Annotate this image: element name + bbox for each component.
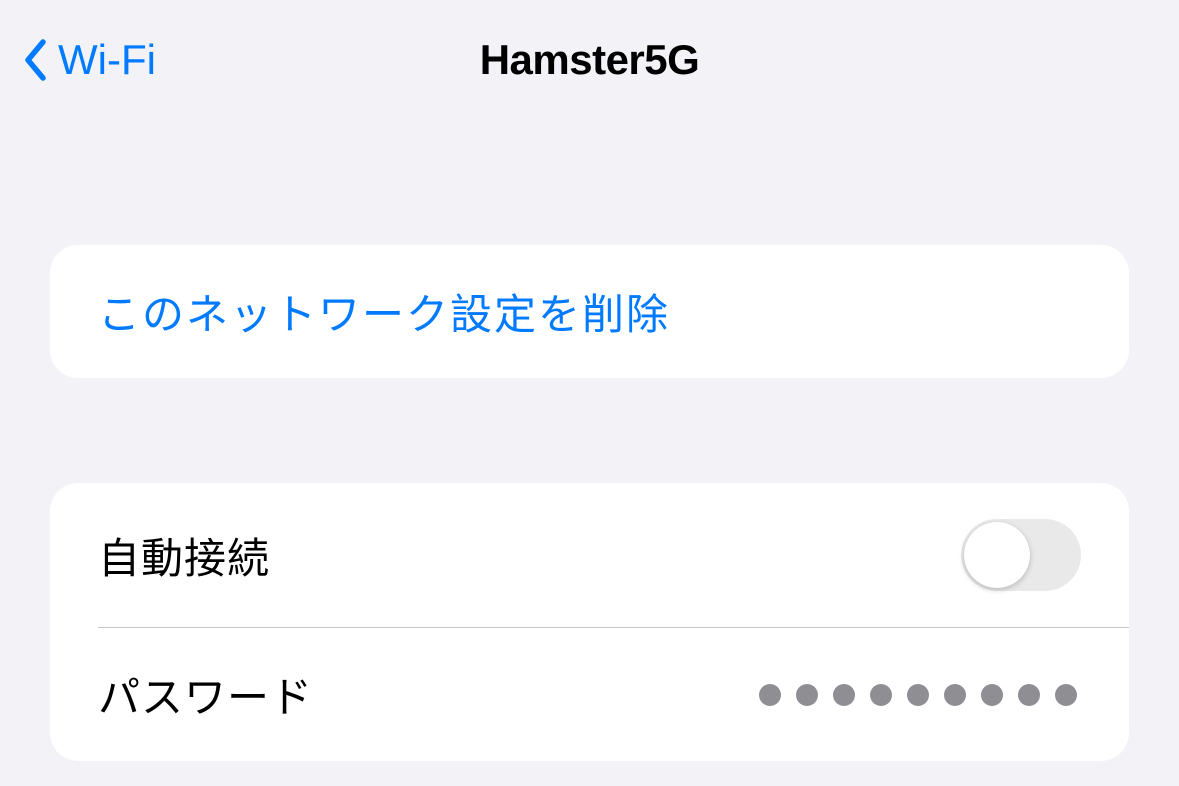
- auto-join-toggle[interactable]: [961, 519, 1081, 591]
- toggle-knob: [964, 522, 1030, 588]
- password-dot: [870, 684, 892, 706]
- network-settings-card: 自動接続 パスワード: [50, 483, 1129, 761]
- password-dot: [1018, 684, 1040, 706]
- forget-network-card: このネットワーク設定を削除: [50, 245, 1129, 378]
- back-label: Wi-Fi: [58, 36, 156, 84]
- auto-join-row: 自動接続: [50, 483, 1129, 627]
- password-dot: [759, 684, 781, 706]
- password-label: パスワード: [98, 664, 313, 725]
- forget-network-button[interactable]: このネットワーク設定を削除: [50, 245, 1129, 378]
- password-dot: [981, 684, 1003, 706]
- chevron-left-icon: [20, 36, 50, 84]
- password-dot: [907, 684, 929, 706]
- navigation-bar: Wi-Fi Hamster5G: [0, 0, 1179, 120]
- password-row[interactable]: パスワード: [50, 628, 1129, 761]
- back-button[interactable]: Wi-Fi: [20, 36, 156, 84]
- password-dot: [833, 684, 855, 706]
- auto-join-label: 自動接続: [98, 525, 270, 586]
- page-title: Hamster5G: [480, 36, 700, 84]
- password-dot: [796, 684, 818, 706]
- password-value-masked: [759, 684, 1081, 706]
- password-dot: [944, 684, 966, 706]
- password-dot: [1055, 684, 1077, 706]
- forget-network-label: このネットワーク設定を削除: [98, 281, 670, 342]
